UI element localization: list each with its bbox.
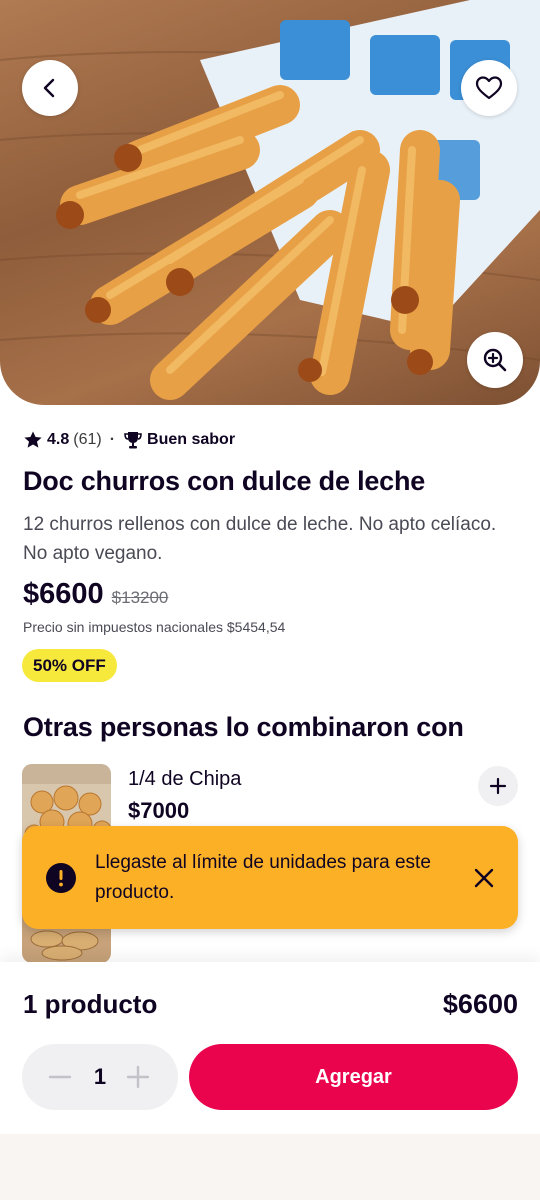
back-button[interactable]: [22, 60, 78, 116]
favorite-button[interactable]: [461, 60, 517, 116]
tax-note: Precio sin impuestos nacionales $5454,54: [23, 619, 286, 635]
bottom-bar: [0, 1134, 540, 1200]
zoom-in-icon: [483, 348, 507, 372]
add-to-cart-button[interactable]: Agregar: [189, 1044, 518, 1110]
toast-message: Llegaste al límite de unidades para este…: [95, 852, 431, 903]
order-total: $6600: [442, 989, 518, 1019]
rating-row: 4.8 (61) · Buen sabor: [23, 428, 235, 452]
close-icon: [474, 868, 494, 888]
rating-value: 4.8: [47, 431, 70, 448]
increment-button[interactable]: [122, 1061, 154, 1093]
old-price: $13200: [111, 588, 169, 607]
limit-toast: Llegaste al límite de unidades para este…: [22, 826, 518, 929]
exclamation-icon: [59, 870, 63, 887]
quantity-value: 1: [93, 1064, 107, 1089]
toast-close-button[interactable]: [468, 862, 500, 894]
separator-dot: ·: [109, 431, 116, 448]
price-row: $6600 $13200: [23, 578, 168, 611]
current-price: $6600: [23, 578, 104, 610]
product-title: Doc churros con dulce de leche: [23, 466, 426, 496]
star-icon: [24, 431, 42, 448]
review-count: (61): [73, 431, 102, 448]
heart-icon: [475, 76, 503, 100]
plus-icon: [489, 777, 507, 795]
product-description: 12 churros rellenos con dulce de leche. …: [23, 514, 497, 564]
zoom-button[interactable]: [467, 332, 523, 388]
quantity-summary: 1 producto: [23, 989, 158, 1019]
churros-photo: [0, 0, 540, 400]
order-footer: 1 producto $6600 1 Agregar: [0, 962, 540, 1134]
quantity-stepper: 1: [22, 1044, 178, 1110]
trophy-icon: [124, 432, 142, 449]
plus-icon: [126, 1065, 150, 1089]
add-item-button[interactable]: [478, 766, 518, 806]
chevron-left-icon: [43, 78, 55, 98]
item-name: 1/4 de Chipa: [128, 768, 242, 790]
product-image: [0, 0, 540, 405]
alert-icon: [46, 863, 76, 893]
quality-badge: Buen sabor: [147, 431, 236, 448]
combo-section-title: Otras personas lo combinaron con: [23, 712, 464, 742]
item-price: $7000: [128, 798, 190, 823]
discount-badge: 50% OFF: [22, 649, 117, 682]
